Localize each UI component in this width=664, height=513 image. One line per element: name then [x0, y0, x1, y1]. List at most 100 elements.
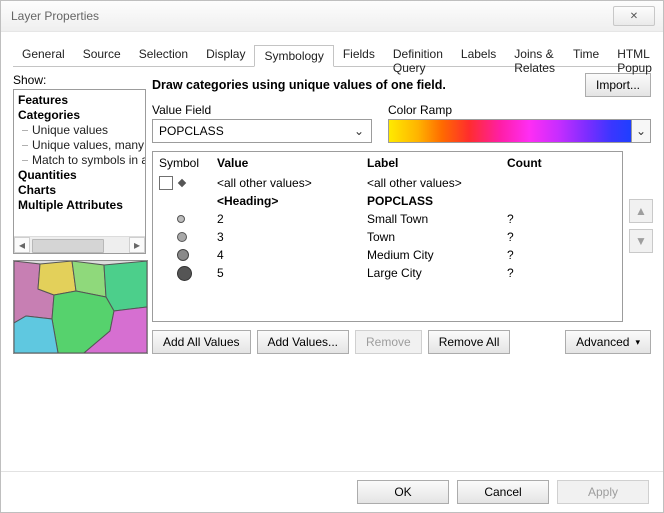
move-down-button[interactable]: ▼ [629, 229, 653, 253]
titlebar: Layer Properties ✕ [1, 1, 663, 32]
cell-label: Small Town [367, 212, 507, 226]
add-all-values-button[interactable]: Add All Values [152, 330, 251, 354]
cancel-button[interactable]: Cancel [457, 480, 549, 504]
panel-description: Draw categories using unique values of o… [152, 78, 579, 92]
reorder-buttons: ▲ ▼ [629, 151, 651, 322]
cell-label: <all other values> [367, 176, 507, 190]
show-label: Show: [13, 73, 146, 87]
remove-button[interactable]: Remove [355, 330, 422, 354]
col-value: Value [217, 156, 367, 170]
tree-item-charts[interactable]: Charts [18, 183, 143, 198]
value-field-label: Value Field [152, 103, 372, 117]
map-preview-icon [14, 261, 147, 353]
col-count: Count [507, 156, 622, 170]
ok-button[interactable]: OK [357, 480, 449, 504]
apply-button[interactable]: Apply [557, 480, 649, 504]
tab-symbology[interactable]: Symbology [254, 45, 333, 67]
row-heading[interactable]: <Heading> POPCLASS [153, 192, 622, 210]
tree-item-unique-values[interactable]: Unique values [18, 123, 143, 138]
cell-label: Town [367, 230, 507, 244]
tabstrip: General Source Selection Display Symbolo… [13, 44, 651, 67]
row-value-2[interactable]: 2 Small Town ? [153, 210, 622, 228]
scroll-left-icon[interactable]: ◂ [14, 237, 30, 253]
point-symbol-icon [177, 232, 187, 242]
tab-selection[interactable]: Selection [130, 44, 197, 66]
tab-fields[interactable]: Fields [334, 44, 384, 66]
category-button-bar: Add All Values Add Values... Remove Remo… [152, 330, 651, 354]
close-icon: ✕ [630, 11, 638, 22]
cell-count: ? [507, 212, 622, 226]
cell-count: ? [507, 230, 622, 244]
close-button[interactable]: ✕ [613, 6, 655, 26]
tab-display[interactable]: Display [197, 44, 254, 66]
row-value-3[interactable]: 3 Town ? [153, 228, 622, 246]
tree-item-multiple[interactable]: Multiple Attributes [18, 198, 143, 213]
tree-item-unique-values-many[interactable]: Unique values, many [18, 138, 143, 153]
point-symbol-icon [177, 215, 185, 223]
color-ramp-label: Color Ramp [388, 103, 651, 117]
layer-properties-window: Layer Properties ✕ General Source Select… [0, 0, 664, 513]
cell-label: POPCLASS [367, 194, 507, 208]
import-button[interactable]: Import... [585, 73, 651, 97]
tab-source[interactable]: Source [74, 44, 130, 66]
scroll-right-icon[interactable]: ▸ [129, 237, 145, 253]
add-values-button[interactable]: Add Values... [257, 330, 350, 354]
cell-value: 3 [217, 230, 367, 244]
color-ramp-preview [389, 120, 631, 142]
row-value-5[interactable]: 5 Large City ? [153, 264, 622, 282]
cell-value: 4 [217, 248, 367, 262]
remove-all-button[interactable]: Remove All [428, 330, 511, 354]
arrow-down-icon: ▼ [635, 234, 647, 248]
grid-header: Symbol Value Label Count [153, 152, 622, 174]
tree-item-features[interactable]: Features [18, 93, 143, 108]
symbology-preview [13, 260, 148, 354]
caret-down-icon: ▾ [635, 337, 640, 348]
tab-general[interactable]: General [13, 44, 74, 66]
tab-definition-query[interactable]: Definition Query [384, 44, 452, 66]
scroll-track[interactable] [30, 237, 129, 253]
chevron-down-icon: ⌄ [351, 124, 367, 138]
dialog-footer: OK Cancel Apply [1, 471, 663, 512]
content: General Source Selection Display Symbolo… [1, 32, 663, 354]
cell-value: 5 [217, 266, 367, 280]
col-symbol: Symbol [153, 156, 217, 170]
col-label: Label [367, 156, 507, 170]
all-other-checkbox[interactable] [159, 176, 173, 190]
cell-value: 2 [217, 212, 367, 226]
row-value-4[interactable]: 4 Medium City ? [153, 246, 622, 264]
cell-label: Large City [367, 266, 507, 280]
tab-joins-relates[interactable]: Joins & Relates [505, 44, 564, 66]
right-column: Draw categories using unique values of o… [152, 73, 651, 354]
point-symbol-icon [177, 266, 192, 281]
cell-value: <all other values> [217, 176, 367, 190]
tree-item-quantities[interactable]: Quantities [18, 168, 143, 183]
diamond-symbol-icon [178, 179, 186, 187]
chevron-down-icon: ⌄ [631, 120, 650, 142]
arrow-up-icon: ▲ [635, 204, 647, 218]
cell-count: ? [507, 266, 622, 280]
row-all-other[interactable]: <all other values> <all other values> [153, 174, 622, 192]
tab-time[interactable]: Time [564, 44, 608, 66]
point-symbol-icon [177, 249, 189, 261]
tab-html-popup[interactable]: HTML Popup [608, 44, 661, 66]
scroll-thumb[interactable] [32, 239, 104, 253]
tree-item-match-symbols[interactable]: Match to symbols in a [18, 153, 143, 168]
cell-value: <Heading> [217, 194, 367, 208]
tab-body: Show: Features Categories Unique values … [13, 67, 651, 354]
show-tree[interactable]: Features Categories Unique values Unique… [13, 89, 146, 254]
cell-count: ? [507, 248, 622, 262]
grid-body: <all other values> <all other values> <H… [153, 174, 622, 321]
tab-labels[interactable]: Labels [452, 44, 505, 66]
tree-item-categories[interactable]: Categories [18, 108, 143, 123]
window-title: Layer Properties [11, 9, 99, 23]
tree-horizontal-scrollbar[interactable]: ◂ ▸ [14, 236, 145, 253]
advanced-label: Advanced [576, 335, 629, 349]
advanced-button[interactable]: Advanced ▾ [565, 330, 651, 354]
value-field-value: POPCLASS [159, 124, 224, 138]
cell-label: Medium City [367, 248, 507, 262]
value-field-select[interactable]: POPCLASS ⌄ [152, 119, 372, 143]
left-column: Show: Features Categories Unique values … [13, 73, 146, 354]
move-up-button[interactable]: ▲ [629, 199, 653, 223]
categories-grid[interactable]: Symbol Value Label Count <al [152, 151, 623, 322]
color-ramp-select[interactable]: ⌄ [388, 119, 651, 143]
